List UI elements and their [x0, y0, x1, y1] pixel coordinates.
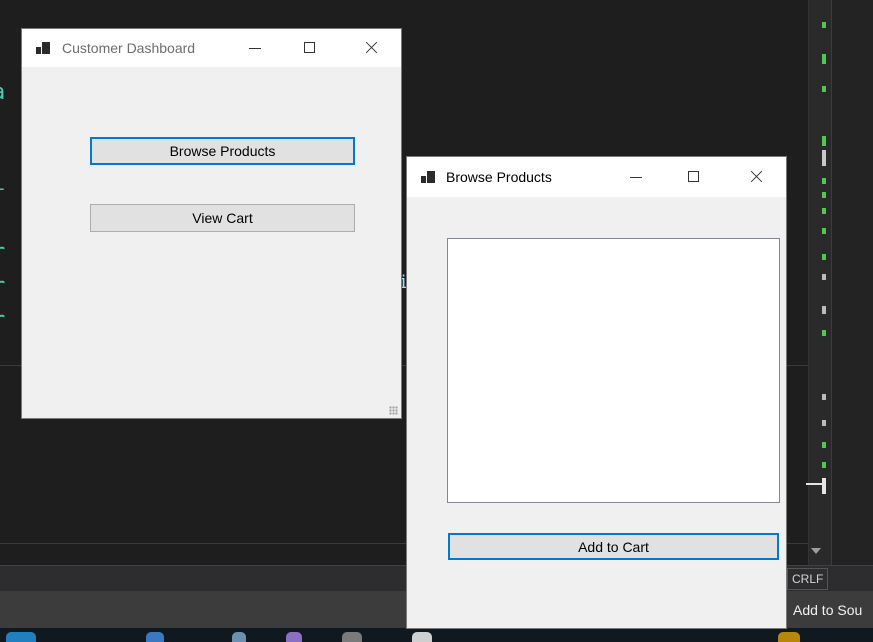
taskbar — [0, 628, 873, 642]
app-icon — [36, 42, 50, 54]
scroll-marker — [822, 54, 826, 64]
code-fragment: r — [0, 274, 5, 299]
editor-vertical-scrollbar[interactable] — [806, 0, 831, 565]
scroll-marker — [822, 420, 826, 426]
taskbar-app-icon[interactable] — [342, 632, 362, 642]
scroll-marker — [822, 394, 826, 400]
close-icon[interactable] — [348, 29, 394, 67]
scroll-marker — [822, 208, 826, 214]
line-ending-indicator[interactable]: CRLF — [787, 568, 829, 590]
taskbar-app-icon[interactable] — [286, 632, 302, 642]
app-icon — [421, 171, 435, 183]
scroll-marker — [822, 178, 826, 184]
scroll-marker — [822, 442, 826, 448]
add-to-cart-button[interactable]: Add to Cart — [448, 533, 779, 560]
customer-dashboard-titlebar[interactable]: Customer Dashboard — [22, 29, 401, 67]
side-panel — [831, 0, 873, 590]
taskbar-app-icon[interactable] — [412, 632, 432, 642]
scroll-marker — [822, 22, 826, 28]
browse-products-button[interactable]: Browse Products — [90, 137, 355, 165]
maximize-icon[interactable] — [286, 29, 332, 67]
scroll-marker — [822, 274, 826, 280]
add-to-source-control[interactable]: Add to Sou — [793, 602, 862, 618]
taskbar-app-icon[interactable] — [146, 632, 164, 642]
view-cart-button[interactable]: View Cart — [90, 204, 355, 232]
products-listbox[interactable] — [447, 238, 780, 503]
minimize-icon[interactable] — [232, 29, 278, 67]
scroll-marker — [822, 254, 826, 260]
resize-grip-icon[interactable] — [389, 406, 398, 415]
scroll-marker — [822, 86, 826, 92]
scroll-marker — [822, 228, 826, 234]
scroll-marker — [822, 192, 826, 198]
scroll-marker — [822, 136, 826, 146]
customer-dashboard-window: Customer Dashboard Browse Products View … — [22, 29, 401, 418]
close-icon[interactable] — [733, 158, 779, 196]
code-fragment: r — [0, 308, 5, 333]
scroll-marker — [822, 462, 826, 468]
window-title: Customer Dashboard — [62, 40, 196, 56]
code-fragment: r — [0, 240, 5, 265]
scroll-marker — [822, 306, 826, 314]
scroll-marker — [822, 330, 826, 336]
window-title: Browse Products — [446, 169, 552, 185]
scroll-down-arrow-icon[interactable] — [811, 548, 821, 554]
browse-products-titlebar[interactable]: Browse Products — [407, 157, 786, 197]
code-fragment: a — [0, 80, 5, 105]
taskbar-app-icon[interactable] — [6, 632, 36, 642]
taskbar-app-icon[interactable] — [778, 632, 800, 642]
scroll-marker — [822, 478, 826, 494]
browse-products-window: Browse Products Add to Cart — [407, 157, 786, 628]
minimize-icon[interactable] — [613, 158, 659, 196]
code-fragment: i — [0, 171, 5, 196]
scroll-marker — [822, 150, 826, 166]
taskbar-app-icon[interactable] — [232, 632, 246, 642]
maximize-icon[interactable] — [670, 158, 716, 196]
